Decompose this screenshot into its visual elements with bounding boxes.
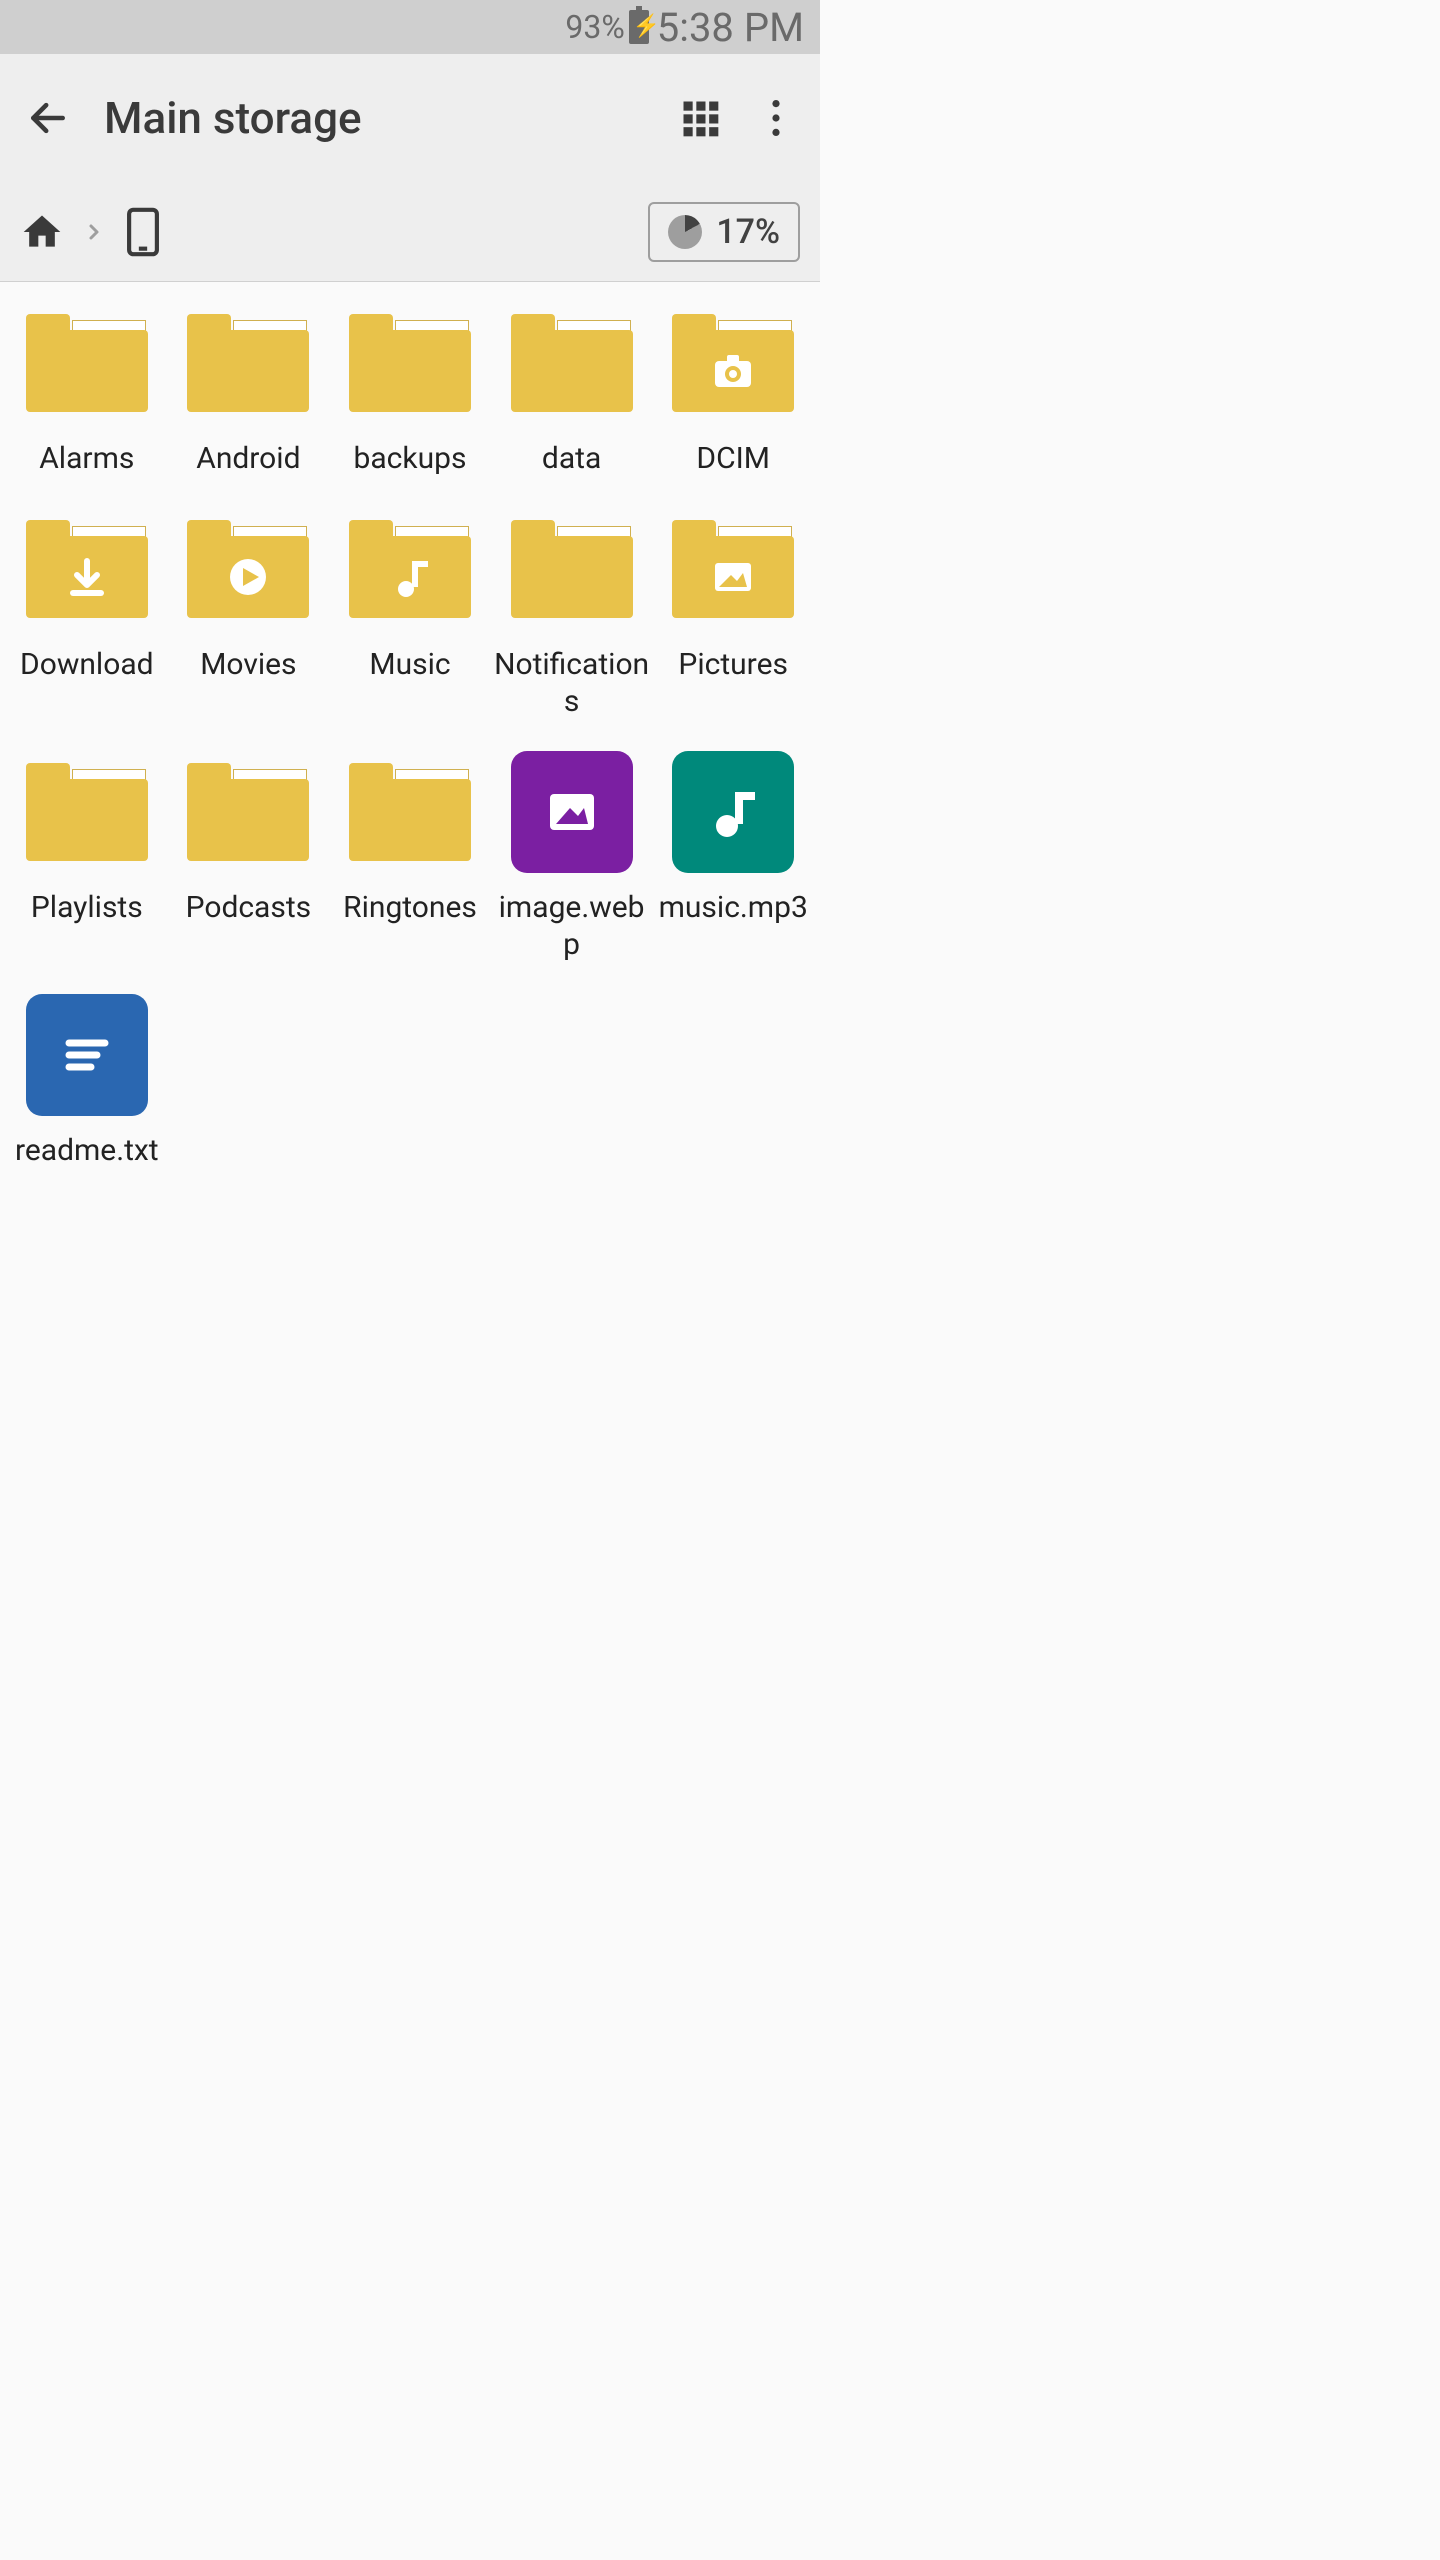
folder-item[interactable]: Music — [329, 508, 491, 721]
file-grid: Alarms Android backups data DCIM Download Movi… — [0, 282, 820, 1189]
folder-icon — [349, 520, 471, 618]
home-icon — [20, 210, 64, 254]
clock: 5:38 PM — [657, 4, 804, 51]
folder-icon — [511, 314, 633, 412]
folder-icon — [349, 763, 471, 861]
item-label: Playlists — [31, 889, 143, 927]
item-label: image.webp — [492, 889, 652, 964]
folder-icon — [349, 314, 471, 412]
item-label: Pictures — [678, 646, 788, 684]
item-label: backups — [354, 440, 467, 478]
folder-item[interactable]: Movies — [168, 508, 330, 721]
folder-item[interactable]: Download — [6, 508, 168, 721]
battery-icon — [629, 10, 649, 44]
grid-icon — [678, 96, 722, 140]
action-buttons — [676, 94, 800, 142]
folder-item[interactable]: Android — [168, 302, 330, 478]
breadcrumb-home[interactable] — [20, 210, 64, 254]
item-label: Notifications — [492, 646, 652, 721]
file-thumbnail — [26, 994, 148, 1116]
folder-item[interactable]: Pictures — [652, 508, 814, 721]
file-thumbnail — [511, 751, 633, 873]
battery-indicator: 93% — [565, 8, 648, 46]
status-bar: 93% 5:38 PM — [0, 0, 820, 54]
breadcrumb-storage[interactable] — [124, 207, 162, 257]
storage-percent: 17% — [716, 212, 780, 252]
folder-icon — [187, 763, 309, 861]
item-label: music.mp3 — [659, 889, 808, 927]
view-toggle-button[interactable] — [676, 94, 724, 142]
file-item[interactable]: readme.txt — [6, 994, 168, 1170]
item-label: Download — [20, 646, 154, 684]
item-label: Movies — [200, 646, 296, 684]
item-label: Alarms — [39, 440, 134, 478]
item-label: Android — [196, 440, 300, 478]
folder-icon — [511, 520, 633, 618]
app-bar: Main storage — [0, 54, 820, 182]
folder-icon — [187, 520, 309, 618]
folder-item[interactable]: Ringtones — [329, 751, 491, 964]
file-item[interactable]: music.mp3 — [652, 751, 814, 964]
battery-percent: 93% — [565, 8, 624, 46]
pie-icon — [668, 215, 702, 249]
folder-icon — [26, 314, 148, 412]
page-title: Main storage — [104, 92, 676, 144]
file-thumbnail — [672, 751, 794, 873]
arrow-left-icon — [26, 96, 70, 140]
file-item[interactable]: image.webp — [491, 751, 653, 964]
folder-item[interactable]: Playlists — [6, 751, 168, 964]
item-label: Music — [369, 646, 450, 684]
item-label: DCIM — [696, 440, 770, 478]
folder-icon — [672, 520, 794, 618]
phone-icon — [124, 207, 162, 257]
chevron-right-icon — [82, 214, 106, 250]
back-button[interactable] — [20, 90, 76, 146]
folder-item[interactable]: DCIM — [652, 302, 814, 478]
folder-item[interactable]: backups — [329, 302, 491, 478]
more-vert-icon — [772, 100, 780, 136]
overflow-menu-button[interactable] — [752, 94, 800, 142]
folder-item[interactable]: data — [491, 302, 653, 478]
item-label: data — [542, 440, 601, 478]
folder-item[interactable]: Alarms — [6, 302, 168, 478]
item-label: Podcasts — [186, 889, 312, 927]
folder-icon — [26, 520, 148, 618]
folder-icon — [672, 314, 794, 412]
folder-icon — [26, 763, 148, 861]
item-label: Ringtones — [343, 889, 477, 927]
storage-usage-chip[interactable]: 17% — [648, 202, 800, 262]
item-label: readme.txt — [15, 1132, 159, 1170]
breadcrumb-row: 17% — [0, 182, 820, 282]
breadcrumb — [20, 207, 162, 257]
folder-item[interactable]: Notifications — [491, 508, 653, 721]
folder-icon — [187, 314, 309, 412]
folder-item[interactable]: Podcasts — [168, 751, 330, 964]
